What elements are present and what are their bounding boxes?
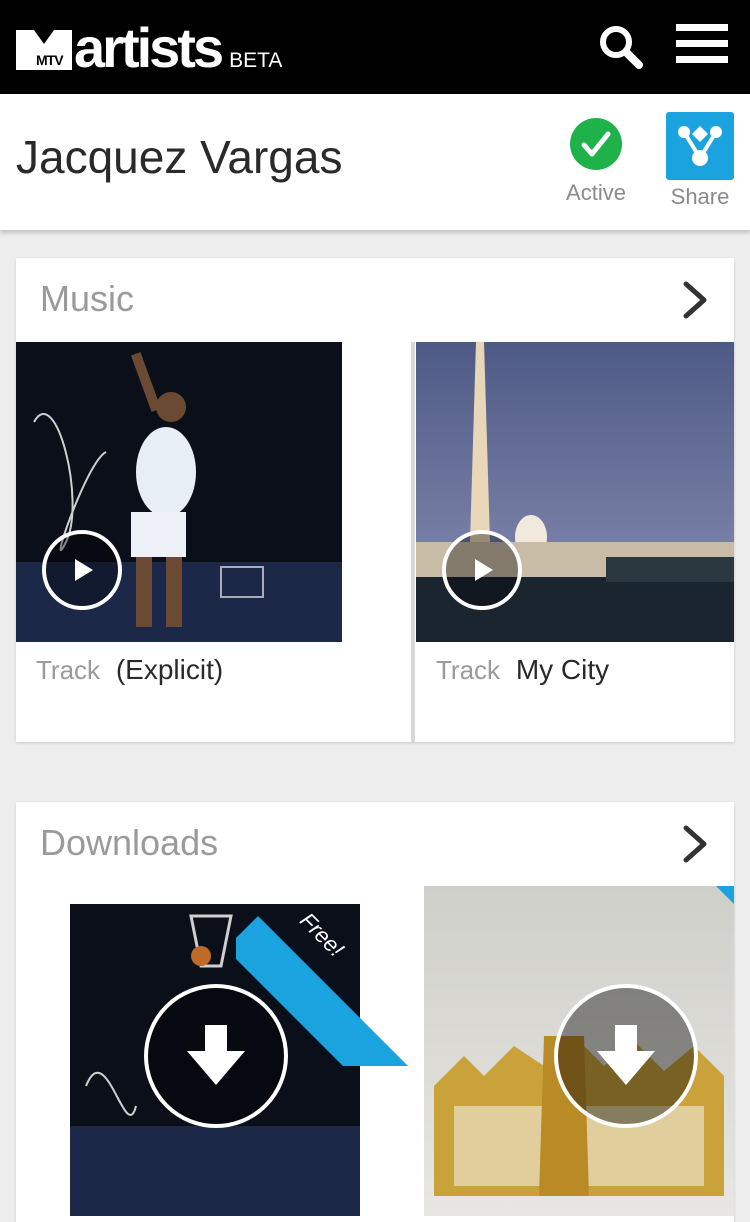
play-button[interactable] [442,530,522,610]
artist-name: Jacquez Vargas [16,131,343,183]
active-status: Active [560,118,632,206]
track-tile[interactable]: Track My City [416,342,734,742]
mtv-artists-logo[interactable]: MTV artists BETA [16,16,283,79]
download-tile[interactable] [424,886,734,1216]
share-label: Share [670,184,730,209]
beta-label: BETA [229,49,283,72]
download-tile[interactable]: Free! [16,886,416,1216]
free-badge: Free! [236,886,416,1066]
downloads-section: Downloads Free! [16,802,734,1222]
hamburger-menu-icon [676,24,728,63]
tile-divider [411,342,415,742]
track-kind-label: Track [436,655,501,685]
track-caption: Track My City [436,654,609,686]
menu-button[interactable] [676,24,728,68]
logo-word: artists [74,16,224,79]
top-navigation-bar: MTV artists BETA [0,0,750,94]
badge-corner [716,886,734,904]
track-kind-label: Track [36,655,101,685]
download-button[interactable] [554,984,698,1128]
play-button[interactable] [42,530,122,610]
section-title[interactable]: Music [40,278,134,320]
track-caption: Track (Explicit) [36,654,223,686]
search-icon [600,26,643,69]
track-name: My City [515,654,610,685]
artist-header: Jacquez Vargas Active Share [0,94,750,230]
free-badge-label: Free! [295,907,350,962]
mtv-logo-icon: MTV [16,30,72,70]
play-icon [75,559,93,581]
download-arrow-icon [597,1025,655,1085]
play-icon [475,559,493,581]
share-button[interactable]: Share [664,112,736,210]
status-label: Active [566,180,626,205]
track-name: (Explicit) [115,654,224,685]
section-title[interactable]: Downloads [40,822,218,864]
chevron-right-icon[interactable] [680,824,710,864]
share-icon [666,112,734,180]
track-tile[interactable]: Track (Explicit) [16,342,411,742]
search-button[interactable] [596,22,646,72]
logo-tv-text: MTV [36,52,64,68]
chevron-right-icon[interactable] [680,280,710,320]
checkmark-icon [570,118,622,170]
music-section: Music Track (Explicit) Track My City [16,258,734,742]
